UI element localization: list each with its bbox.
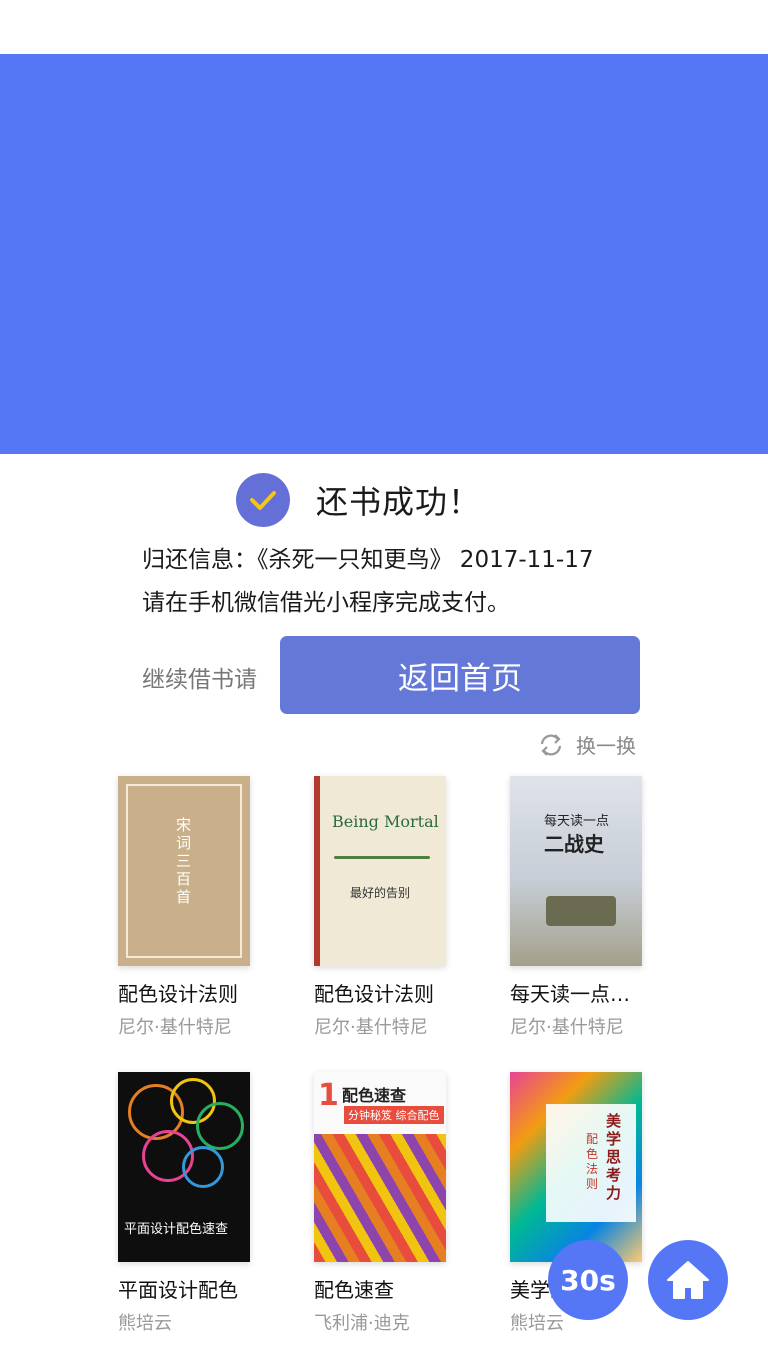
success-title: 还书成功！: [316, 483, 482, 521]
home-icon: [667, 1261, 709, 1299]
book-author: 飞利浦·迪克: [314, 1313, 410, 1334]
book-title: 配色速查: [314, 1278, 394, 1302]
countdown-timer: 30s: [548, 1240, 628, 1320]
book-card[interactable]: 1 配色速查 分钟秘笈 综合配色 配色速查 飞利浦·迪克: [314, 1072, 464, 1335]
cover-number: 1: [318, 1078, 339, 1113]
book-author: 尼尔·基什特尼: [118, 1017, 232, 1038]
book-title: 配色设计法则: [314, 982, 434, 1006]
book-author: 尼尔·基什特尼: [314, 1017, 428, 1038]
cover-title: 配色速查: [342, 1086, 407, 1105]
book-title: 配色设计法则: [118, 982, 238, 1006]
book-cover: Being Mortal 最好的告别: [314, 776, 446, 966]
book-cover: 宋词三百首: [118, 776, 250, 966]
status-bar-area: [0, 0, 768, 54]
cover-title: 宋词三百首: [176, 816, 192, 906]
book-card[interactable]: 每天读一点 二战史 每天读一点二战史 尼尔·基什特尼: [510, 776, 660, 1039]
book-card[interactable]: Being Mortal 最好的告别 配色设计法则 尼尔·基什特尼: [314, 776, 464, 1039]
continue-borrow-label: 继续借书请: [142, 667, 257, 693]
book-card[interactable]: 平面设计配色速查 平面设计配色 熊培云: [118, 1072, 268, 1335]
book-title: 平面设计配色: [118, 1278, 238, 1302]
book-author: 尼尔·基什特尼: [510, 1017, 624, 1038]
refresh-label: 换一换: [576, 734, 636, 758]
cover-title: Being Mortal: [332, 812, 439, 831]
book-cover: 每天读一点 二战史: [510, 776, 642, 966]
book-title: 每天读一点二战史: [510, 982, 646, 1006]
payment-note: 请在手机微信借光小程序完成支付。: [142, 590, 510, 616]
book-cover: 平面设计配色速查: [118, 1072, 250, 1262]
refresh-icon: [540, 733, 562, 756]
cover-subtitle: 配色法则: [586, 1132, 599, 1191]
book-author: 熊培云: [118, 1313, 172, 1334]
refresh-button[interactable]: 换一换: [536, 730, 636, 759]
book-card[interactable]: 宋词三百首 配色设计法则 尼尔·基什特尼: [118, 776, 268, 1039]
return-info: 归还信息：《杀死一只知更鸟》 2017-11-17: [142, 547, 594, 573]
book-cover: 美学思考力 配色法则: [510, 1072, 642, 1262]
cover-subtitle: 最好的告别: [350, 886, 411, 900]
check-icon: [236, 473, 290, 527]
cover-title: 美学思考力: [606, 1112, 622, 1202]
cover-subtitle: 分钟秘笈 综合配色: [344, 1106, 444, 1124]
return-home-button[interactable]: 返回首页: [280, 636, 640, 714]
cover-subtitle: 每天读一点: [544, 814, 610, 829]
cover-title: 二战史: [544, 832, 604, 856]
success-row: 还书成功！: [236, 472, 481, 528]
cover-title: 平面设计配色速查: [124, 1222, 229, 1237]
book-cover: 1 配色速查 分钟秘笈 综合配色: [314, 1072, 446, 1262]
banner: [0, 54, 768, 454]
home-button[interactable]: [648, 1240, 728, 1320]
